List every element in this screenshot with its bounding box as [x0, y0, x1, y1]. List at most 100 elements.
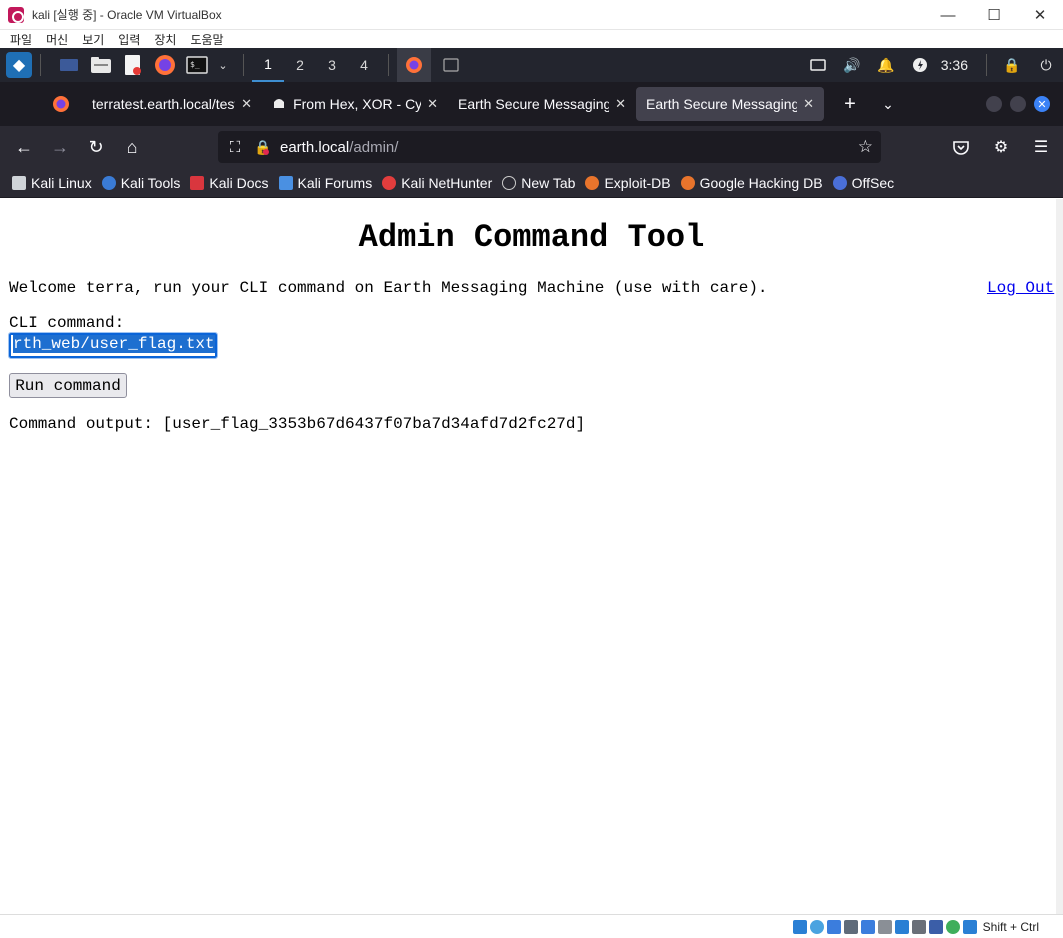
tracking-shield-icon[interactable]: ⛶ [226, 139, 244, 156]
tab-close-icon[interactable]: ✕ [615, 96, 626, 112]
notification-bell-icon[interactable]: 🔔 [876, 55, 896, 75]
logout-link[interactable]: Log Out [987, 279, 1054, 297]
browser-tab-strip: terratest.earth.local/test ✕ From Hex, X… [0, 82, 1063, 126]
vm-edge-strip [1056, 199, 1063, 914]
tab-close-icon[interactable]: ✕ [241, 96, 252, 112]
power-icon[interactable] [910, 55, 930, 75]
guest-additions-icon[interactable] [945, 919, 960, 934]
new-tab-button[interactable]: + [838, 93, 862, 116]
maximize-button[interactable]: ☐ [971, 0, 1017, 30]
usb-icon[interactable] [860, 919, 875, 934]
kali-top-panel: ◆ $_ ⌄ 1 2 3 4 🔊 🔔 3:36 🔒 ⏻ [0, 48, 1063, 82]
forward-arrow-icon[interactable]: → [46, 133, 74, 161]
power-menu-icon[interactable]: ⏻ [1036, 55, 1056, 75]
hard-disk-icon[interactable] [792, 919, 807, 934]
workspace-2[interactable]: 2 [284, 48, 316, 82]
tab-label: terratest.earth.local/test [92, 96, 236, 112]
maximize-browser-button[interactable] [1010, 96, 1026, 112]
terminal-launcher-icon[interactable]: $_ [185, 53, 209, 77]
menu-view[interactable]: 보기 [82, 31, 104, 48]
list-all-tabs-button[interactable]: ⌄ [876, 96, 900, 113]
panel-separator [243, 54, 244, 76]
text-editor-icon[interactable] [121, 53, 145, 77]
nav-toolbar-right: ⚙ ☰ [935, 126, 1055, 168]
tab-close-icon[interactable]: ✕ [427, 96, 438, 112]
browser-nav-bar: ← → ↻ ⌂ ⛶ 🔒 earth.local/admin/ ☆ ⚙ ☰ [0, 126, 1063, 168]
menu-machine[interactable]: 머신 [46, 31, 68, 48]
optical-drive-icon[interactable] [809, 919, 824, 934]
kali-menu-icon[interactable]: ◆ [6, 52, 32, 78]
workspace-4[interactable]: 4 [348, 48, 380, 82]
show-desktop-icon[interactable] [57, 53, 81, 77]
bookmark-label: Google Hacking DB [699, 174, 823, 191]
close-window-button[interactable]: ✕ [1017, 0, 1063, 30]
hamburger-menu-icon[interactable]: ☰ [1027, 133, 1055, 161]
offsec-icon [832, 175, 847, 190]
kali-dragon-icon [12, 175, 26, 190]
window-title: kali [실행 중] - Oracle VM VirtualBox [32, 8, 222, 22]
menu-file[interactable]: 파일 [10, 31, 32, 48]
globe-icon [502, 175, 517, 190]
browser-tab-active[interactable]: Earth Secure Messaging ✕ [636, 87, 824, 121]
chevron-down-icon[interactable]: ⌄ [211, 53, 235, 77]
url-bar[interactable]: ⛶ 🔒 earth.local/admin/ ☆ [218, 131, 881, 163]
lock-screen-icon[interactable]: 🔒 [1002, 55, 1022, 75]
browser-tab[interactable]: terratest.earth.local/test ✕ [82, 87, 262, 121]
file-manager-icon[interactable] [89, 53, 113, 77]
workspace-1[interactable]: 1 [252, 48, 284, 82]
cpu-icon[interactable] [928, 919, 943, 934]
cli-command-input[interactable]: rth_web/user_flag.txt [8, 332, 218, 359]
bookmark-kali-linux[interactable]: Kali Linux [12, 175, 92, 191]
menu-help[interactable]: 도움말 [190, 31, 223, 48]
mouse-integration-icon[interactable] [962, 919, 977, 934]
bookmark-kali-nethunter[interactable]: Kali NetHunter [382, 175, 492, 191]
kali-forums-icon [278, 175, 293, 190]
clock[interactable]: 3:36 [941, 57, 968, 73]
bookmark-offsec[interactable]: OffSec [832, 175, 894, 191]
tab-label: From Hex, XOR - Cyb [293, 96, 422, 112]
home-icon[interactable]: ⌂ [118, 133, 146, 161]
cyberchef-favicon-icon [272, 96, 287, 113]
bookmark-new-tab[interactable]: New Tab [502, 175, 575, 191]
menu-input[interactable]: 입력 [118, 31, 140, 48]
url-path: /admin/ [349, 138, 399, 156]
menu-devices[interactable]: 장치 [154, 31, 176, 48]
panel-separator [40, 54, 41, 76]
insecure-lock-icon[interactable]: 🔒 [254, 139, 271, 156]
tab-label: Earth Secure Messaging [646, 96, 798, 112]
tab-close-icon[interactable]: ✕ [803, 96, 814, 112]
recording-icon[interactable] [911, 919, 926, 934]
network-icon[interactable] [808, 55, 828, 75]
browser-tab[interactable]: Earth Secure Messaging ✕ [448, 87, 636, 121]
browser-tab[interactable]: From Hex, XOR - Cyb ✕ [262, 87, 448, 121]
display-icon[interactable] [894, 919, 909, 934]
workspace-3[interactable]: 3 [316, 48, 348, 82]
bookmark-star-icon[interactable]: ☆ [858, 137, 873, 157]
back-arrow-icon[interactable]: ← [10, 133, 38, 161]
volume-icon[interactable]: 🔊 [842, 55, 862, 75]
tab-label: Earth Secure Messaging [458, 96, 610, 112]
reload-icon[interactable]: ↻ [82, 133, 110, 161]
extensions-icon[interactable]: ⚙ [987, 133, 1015, 161]
bookmark-exploit-db[interactable]: Exploit-DB [585, 175, 671, 191]
audio-icon[interactable] [826, 919, 841, 934]
pocket-icon[interactable] [947, 133, 975, 161]
close-browser-button[interactable]: ✕ [1034, 96, 1050, 112]
minimize-browser-button[interactable] [986, 96, 1002, 112]
bookmark-kali-docs[interactable]: Kali Docs [190, 175, 269, 191]
cli-command-value: rth_web/user_flag.txt [13, 335, 215, 353]
bookmark-google-hacking-db[interactable]: Google Hacking DB [680, 174, 823, 191]
taskbar-terminal-icon[interactable] [439, 53, 463, 77]
run-command-button[interactable]: Run command [9, 373, 127, 398]
minimize-button[interactable]: — [925, 0, 971, 30]
url-host: earth.local [280, 138, 350, 156]
taskbar-firefox-icon[interactable] [397, 48, 431, 82]
firefox-launcher-icon[interactable] [153, 53, 177, 77]
firefox-view-icon[interactable] [40, 87, 82, 121]
shared-folders-icon[interactable] [877, 919, 892, 934]
nethunter-icon [382, 175, 397, 190]
bookmark-label: Kali Forums [297, 174, 373, 191]
bookmark-kali-forums[interactable]: Kali Forums [278, 174, 373, 191]
network-adapter-icon[interactable] [843, 919, 858, 934]
bookmark-kali-tools[interactable]: Kali Tools [101, 175, 180, 191]
